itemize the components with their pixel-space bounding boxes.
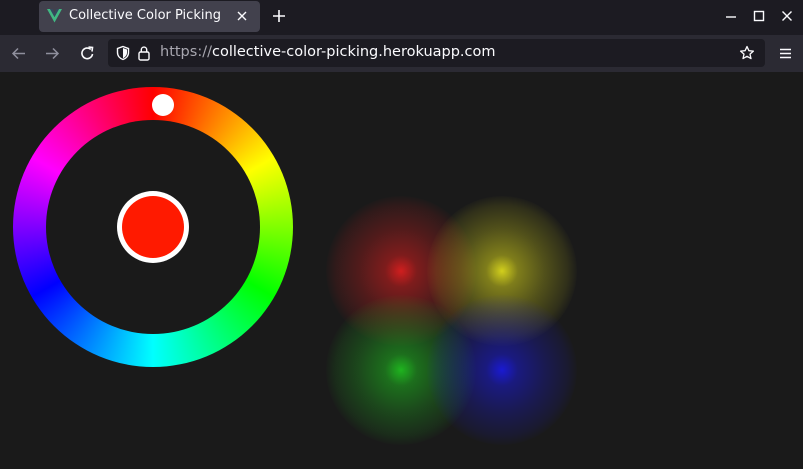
hamburger-menu-icon[interactable] — [777, 45, 794, 62]
star-icon[interactable] — [739, 45, 755, 61]
url-scheme: https:// — [160, 44, 212, 60]
hue-color-wheel[interactable] — [13, 87, 293, 367]
reload-icon[interactable] — [79, 45, 96, 62]
page-content — [0, 72, 803, 469]
user-color-blob-blue — [427, 295, 577, 445]
url-host: collective-color-picking.herokuapp.com — [211, 44, 496, 60]
maximize-icon[interactable] — [752, 9, 766, 23]
arrow-right-icon[interactable] — [44, 45, 61, 62]
url-text[interactable]: https://collective-color-picking.herokua… — [160, 44, 496, 60]
new-tab-plus-icon[interactable] — [271, 8, 287, 24]
tab-title: Collective Color Picking — [69, 8, 221, 23]
close-tab-icon[interactable] — [235, 9, 249, 23]
hue-selector-handle[interactable] — [152, 94, 174, 116]
arrow-left-icon[interactable] — [10, 45, 27, 62]
tab-collective-color-picking[interactable]: Collective Color Picking — [39, 1, 260, 32]
minimize-icon[interactable] — [724, 9, 738, 23]
lock-icon[interactable] — [137, 45, 151, 61]
selected-color-swatch[interactable] — [117, 191, 189, 263]
selected-color-fill — [122, 196, 184, 258]
navigation-toolbar: https://collective-color-picking.herokua… — [0, 35, 803, 72]
tab-strip: Collective Color Picking — [0, 0, 803, 35]
close-window-icon[interactable] — [780, 9, 794, 23]
tracking-protection-shield-icon[interactable] — [115, 45, 131, 61]
vue-logo-icon — [47, 9, 62, 23]
address-bar[interactable]: https://collective-color-picking.herokua… — [108, 39, 765, 67]
